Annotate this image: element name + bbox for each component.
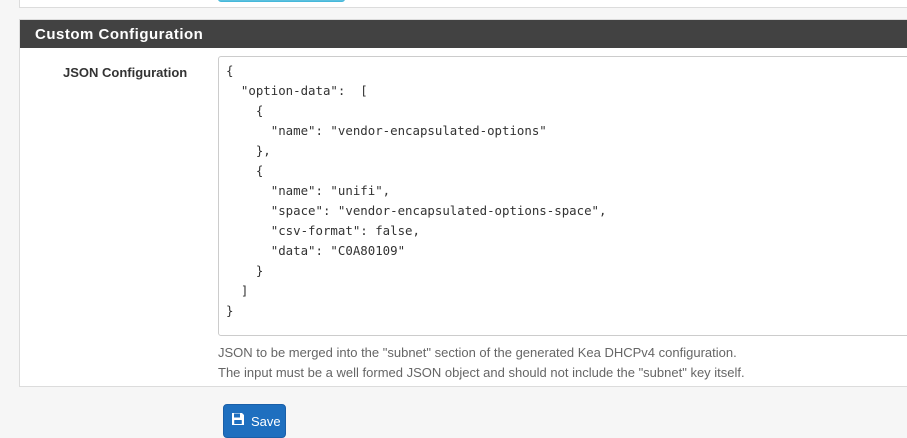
previous-section-button[interactable] [218,0,345,2]
custom-configuration-panel: Custom Configuration JSON Configuration … [19,19,907,387]
panel-title: Custom Configuration [35,26,204,43]
help-text-line-1: JSON to be merged into the "subnet" sect… [218,345,737,360]
previous-panel-edge [19,0,907,8]
save-button[interactable]: Save [223,404,286,438]
json-configuration-label: JSON Configuration [63,65,188,80]
json-configuration-help: JSON to be merged into the "subnet" sect… [218,343,745,383]
panel-heading: Custom Configuration [20,20,907,48]
json-configuration-textarea[interactable]: { "option-data": [ { "name": "vendor-enc… [218,56,907,336]
help-text-line-2: The input must be a well formed JSON obj… [218,365,745,380]
floppy-disk-icon [232,413,244,425]
